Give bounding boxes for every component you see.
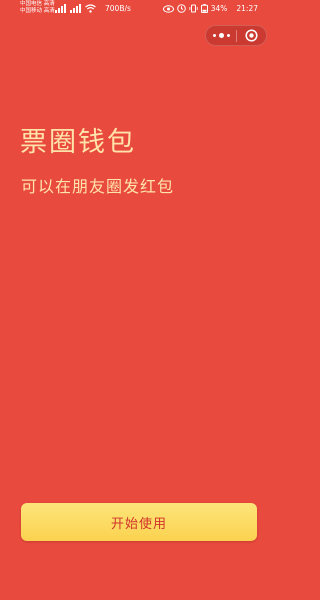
alarm-icon xyxy=(176,4,186,13)
signal-strength-icon xyxy=(70,4,81,13)
target-close-icon[interactable] xyxy=(237,26,266,45)
more-dots-icon[interactable] xyxy=(206,26,236,45)
dot-large xyxy=(218,33,224,38)
vibrate-icon xyxy=(189,4,198,13)
carrier-info: 中国电信 高清 中国移动 高清 xyxy=(20,1,55,15)
close-target-icon xyxy=(245,29,258,42)
network-speed: 700B/s xyxy=(105,4,131,13)
carrier-line-1: 中国电信 高清 xyxy=(20,1,55,7)
clock-time: 21:27 xyxy=(236,4,258,13)
dot-small xyxy=(226,34,230,37)
mini-program-capsule xyxy=(205,25,267,46)
status-bar: 中国电信 高清 中国移动 高清 700B/s 34% 21:27 xyxy=(0,0,277,20)
eye-icon xyxy=(162,4,174,13)
status-right-group: 34% 21:27 xyxy=(162,4,258,13)
signal-strength-icon xyxy=(55,4,66,13)
carrier-line-2: 中国移动 高清 xyxy=(20,8,55,14)
page-title: 票圈钱包 xyxy=(20,127,136,158)
signal-icons xyxy=(55,4,96,13)
app-screen: 中国电信 高清 中国移动 高清 700B/s 34% 21:27 票圈钱包 可以… xyxy=(0,0,277,600)
battery-percent: 34% xyxy=(210,4,228,13)
page-subtitle: 可以在朋友圈发红包 xyxy=(21,177,175,196)
wifi-icon xyxy=(85,4,96,13)
start-button[interactable]: 开始使用 xyxy=(21,503,257,541)
dot-small xyxy=(212,34,216,37)
battery-icon xyxy=(200,4,208,13)
